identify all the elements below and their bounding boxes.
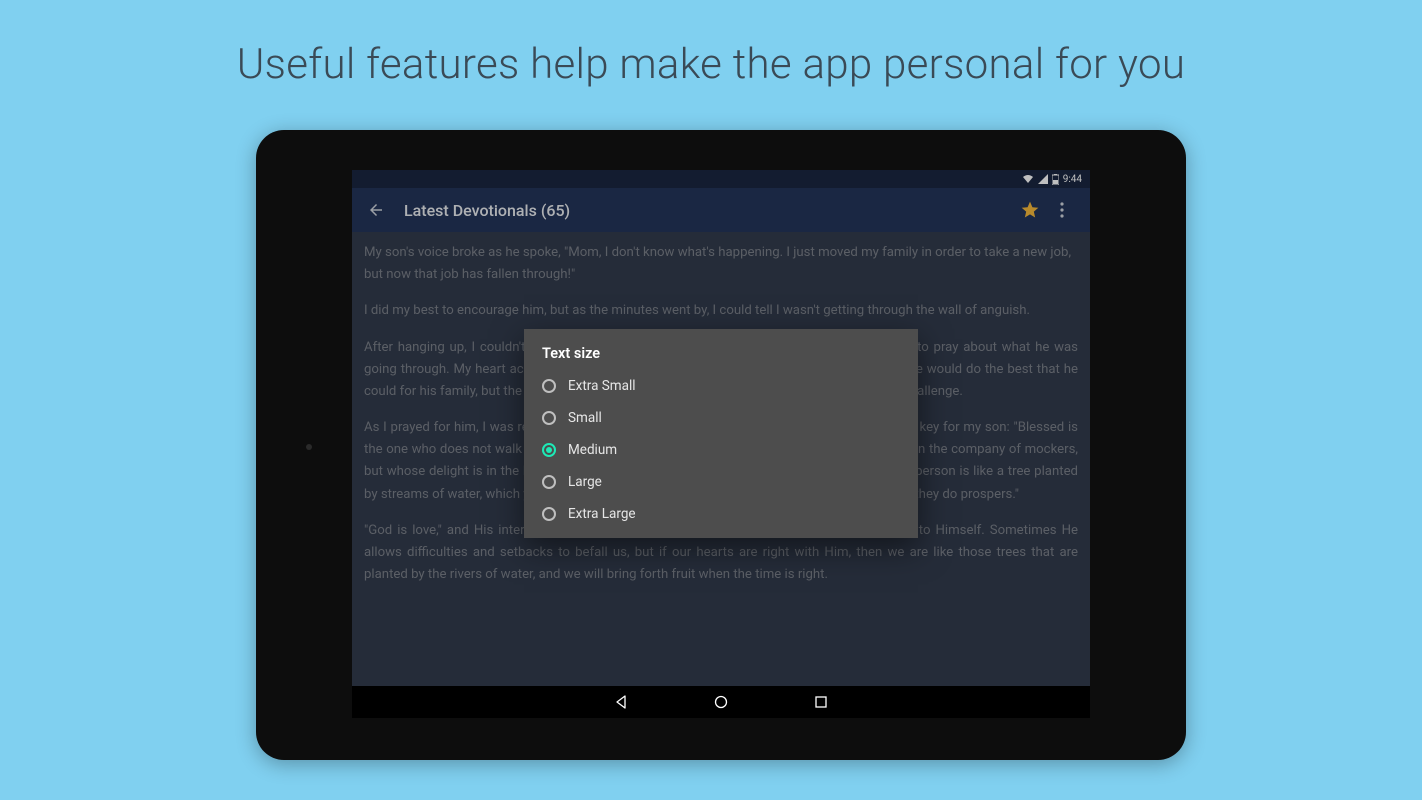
dialog-title: Text size	[524, 345, 918, 370]
radio-icon	[542, 411, 556, 425]
radio-icon	[542, 475, 556, 489]
tablet-frame: 9:44 Latest Devotionals (65) My son's vo…	[256, 130, 1186, 760]
battery-icon	[1052, 174, 1059, 185]
option-extra-large[interactable]: Extra Large	[524, 498, 918, 530]
wifi-icon	[1022, 174, 1034, 184]
signal-icon	[1038, 174, 1048, 184]
radio-icon-selected	[542, 443, 556, 457]
more-options-button[interactable]	[1046, 194, 1078, 226]
option-label: Small	[568, 410, 602, 426]
option-medium[interactable]: Medium	[524, 434, 918, 466]
option-small[interactable]: Small	[524, 402, 918, 434]
favorite-button[interactable]	[1014, 194, 1046, 226]
page-title: Latest Devotionals (65)	[404, 201, 1014, 220]
nav-home-button[interactable]	[712, 693, 730, 711]
paragraph: I did my best to encourage him, but as t…	[364, 300, 1078, 322]
status-time: 9:44	[1063, 174, 1082, 185]
paragraph: My son's voice broke as he spoke, "Mom, …	[364, 242, 1078, 286]
promo-headline: Useful features help make the app person…	[0, 0, 1422, 89]
text-size-dialog: Text size Extra Small Small Medium Large…	[524, 329, 918, 538]
option-label: Extra Small	[568, 378, 636, 394]
radio-icon	[542, 507, 556, 521]
app-bar: Latest Devotionals (65)	[352, 188, 1090, 232]
option-label: Medium	[568, 442, 617, 458]
radio-icon	[542, 379, 556, 393]
status-bar: 9:44	[352, 170, 1090, 188]
option-extra-small[interactable]: Extra Small	[524, 370, 918, 402]
option-label: Extra Large	[568, 506, 636, 522]
option-large[interactable]: Large	[524, 466, 918, 498]
nav-recents-button[interactable]	[812, 693, 830, 711]
tablet-screen: 9:44 Latest Devotionals (65) My son's vo…	[352, 170, 1090, 718]
camera-dot	[306, 444, 312, 450]
nav-back-button[interactable]	[612, 693, 630, 711]
option-label: Large	[568, 474, 602, 490]
back-button[interactable]	[364, 198, 388, 222]
android-nav-bar	[352, 686, 1090, 718]
